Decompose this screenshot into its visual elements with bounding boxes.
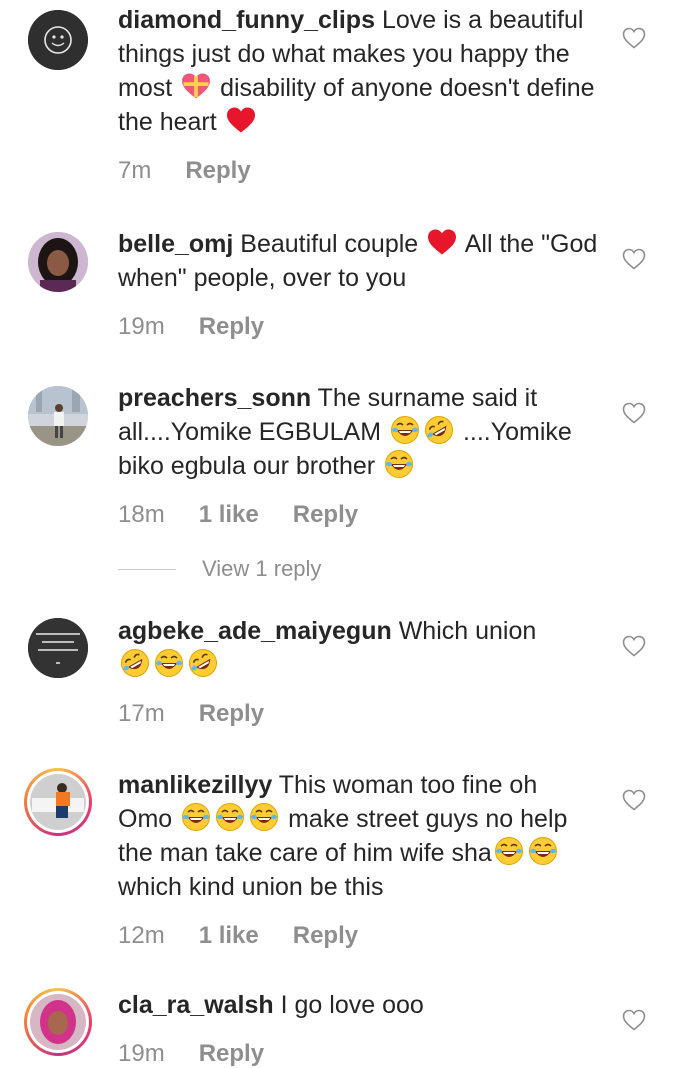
avatar[interactable] [28, 10, 88, 70]
comment-body: Which union [398, 617, 537, 645]
heart-gift-emoji-icon [181, 71, 211, 101]
red-heart-emoji-icon [427, 227, 457, 257]
comment-text: diamond_funny_clips Love is a beautiful … [118, 3, 598, 139]
rolling-laugh-emoji-icon [120, 648, 150, 678]
comment-time: 17m [118, 700, 165, 727]
avatar[interactable] [28, 386, 88, 446]
comment-body: which kind union be this [118, 873, 384, 901]
view-replies-label: View 1 reply [202, 556, 322, 581]
comment-text: preachers_sonn The surname said it all..… [118, 381, 598, 483]
like-heart-icon[interactable] [622, 789, 646, 811]
like-count[interactable]: 1 like [199, 501, 259, 529]
avatar[interactable] [24, 988, 92, 1056]
comment-time: 12m [118, 922, 165, 949]
rolling-laugh-emoji-icon [424, 415, 454, 445]
comment-username[interactable]: belle_omj [118, 230, 233, 258]
comment-text: agbeke_ade_maiyegun Which union [118, 614, 598, 682]
tears-of-joy-emoji-icon [181, 802, 211, 832]
comment-body: Beautiful couple [240, 230, 419, 258]
like-heart-icon[interactable] [622, 1009, 646, 1031]
like-heart-icon[interactable] [622, 27, 646, 49]
comment-meta: 18m 1 like Reply [118, 501, 598, 529]
reply-button[interactable]: Reply [199, 313, 264, 341]
view-replies-button[interactable]: View 1 reply [118, 556, 321, 582]
like-heart-icon[interactable] [622, 248, 646, 270]
avatar[interactable] [28, 618, 88, 678]
reply-button[interactable]: Reply [293, 501, 358, 529]
comment-time: 7m [118, 157, 152, 184]
divider-line [118, 568, 176, 570]
comment-meta: 19m Reply [118, 313, 598, 341]
comment-meta: 19m Reply [118, 1040, 598, 1068]
tears-of-joy-emoji-icon [384, 449, 414, 479]
tears-of-joy-emoji-icon [494, 836, 524, 866]
rolling-laugh-emoji-icon [188, 648, 218, 678]
red-heart-emoji-icon [226, 105, 256, 135]
comment-time: 19m [118, 313, 165, 340]
reply-button[interactable]: Reply [199, 1040, 264, 1068]
comment-text: cla_ra_walsh I go love ooo [118, 988, 598, 1022]
comment-meta: 7m Reply [118, 157, 598, 185]
story-ring-photo-icon [27, 991, 89, 1053]
like-heart-icon[interactable] [622, 402, 646, 424]
comment-text: manlikezillyy This woman too fine oh Omo… [118, 768, 598, 904]
comment-username[interactable]: preachers_sonn [118, 384, 311, 412]
comment-username[interactable]: diamond_funny_clips [118, 6, 375, 34]
tears-of-joy-emoji-icon [215, 802, 245, 832]
profile-photo-icon [28, 618, 88, 678]
reply-button[interactable]: Reply [199, 700, 264, 728]
comment-meta: 17m Reply [118, 700, 598, 728]
like-heart-icon[interactable] [622, 635, 646, 657]
comment-username[interactable]: agbeke_ade_maiyegun [118, 617, 392, 645]
tears-of-joy-emoji-icon [390, 415, 420, 445]
smiley-logo-icon [28, 10, 88, 70]
comment-username[interactable]: manlikezillyy [118, 771, 272, 799]
comment-time: 18m [118, 501, 165, 528]
tears-of-joy-emoji-icon [528, 836, 558, 866]
comment-username[interactable]: cla_ra_walsh [118, 991, 274, 1019]
reply-button[interactable]: Reply [293, 922, 358, 950]
like-count[interactable]: 1 like [199, 922, 259, 950]
reply-button[interactable]: Reply [185, 157, 250, 185]
comment-time: 19m [118, 1040, 165, 1067]
tears-of-joy-emoji-icon [154, 648, 184, 678]
comment-meta: 12m 1 like Reply [118, 922, 598, 950]
profile-photo-icon [28, 232, 88, 292]
avatar[interactable] [24, 768, 92, 836]
tears-of-joy-emoji-icon [249, 802, 279, 832]
comment-text: belle_omj Beautiful couple All the "God … [118, 227, 598, 295]
avatar[interactable] [28, 232, 88, 292]
story-ring-photo-icon [27, 771, 89, 833]
comment-body: I go love ooo [280, 991, 424, 1019]
profile-photo-icon [28, 386, 88, 446]
